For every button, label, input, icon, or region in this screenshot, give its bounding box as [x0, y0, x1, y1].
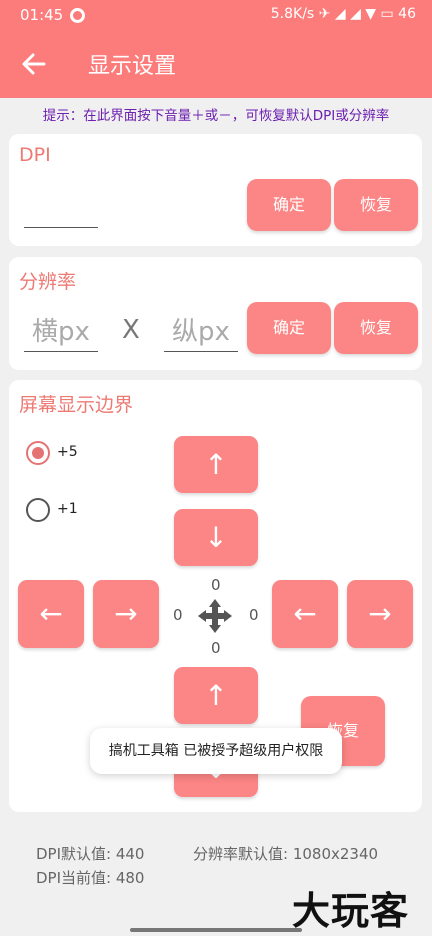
move-arrows-icon [197, 598, 233, 634]
dpi-input[interactable] [24, 194, 98, 228]
resolution-separator: X [122, 315, 140, 345]
step-radio-1-label: +1 [57, 501, 78, 517]
step-radio-1[interactable] [26, 498, 50, 522]
toast-message: 搞机工具箱 已被授予超级用户权限 [90, 728, 342, 774]
left-edge-expand-button[interactable]: → [93, 580, 159, 648]
shift-down-button[interactable]: ↓ [174, 509, 258, 566]
dpi-restore-button[interactable]: 恢复 [334, 179, 418, 231]
dpi-card: DPI 确定 恢复 [9, 134, 422, 246]
resolution-card: 分辨率 横px X 纵px 确定 恢复 [9, 257, 422, 370]
offset-right-value: 0 [249, 606, 259, 624]
status-time: 01:45 [20, 6, 64, 24]
dpi-confirm-button[interactable]: 确定 [247, 179, 331, 231]
right-edge-expand-button[interactable]: ← [272, 580, 338, 648]
step-radio-5-label: +5 [57, 444, 78, 460]
boundary-title: 屏幕显示边界 [19, 394, 134, 416]
app-header: 01:45 5.8K/s ✈ ◢ ◢ ▼ ▭ 46 显示设置 [0, 0, 432, 98]
page-title: 显示设置 [88, 54, 177, 79]
bottom-edge-up-button[interactable]: ↑ [174, 667, 258, 724]
resolution-title: 分辨率 [19, 271, 77, 293]
left-edge-shrink-button[interactable]: ← [18, 580, 84, 648]
offset-left-value: 0 [173, 606, 183, 624]
resolution-width-input[interactable]: 横px [24, 312, 98, 352]
resolution-restore-button[interactable]: 恢复 [334, 302, 418, 354]
resolution-default-info: 分辨率默认值: 1080x2340 [193, 845, 379, 863]
resolution-height-input[interactable]: 纵px [164, 312, 238, 352]
offset-bottom-value: 0 [211, 639, 221, 657]
step-radio-5[interactable] [26, 441, 50, 465]
shift-up-button[interactable]: ↑ [174, 436, 258, 493]
hint-text: 提示：在此界面按下音量＋或－，可恢复默认DPI或分辨率 [42, 108, 390, 124]
gesture-bar[interactable] [130, 928, 302, 932]
watermark-logo: 大玩客 [292, 889, 410, 933]
dpi-title: DPI [19, 144, 51, 166]
status-bar: 01:45 5.8K/s ✈ ◢ ◢ ▼ ▭ 46 [0, 0, 432, 32]
notification-icon [70, 8, 85, 23]
resolution-confirm-button[interactable]: 确定 [247, 302, 331, 354]
right-edge-shrink-button[interactable]: → [347, 580, 413, 648]
dpi-current-info: DPI当前值: 480 [36, 869, 145, 887]
status-indicators: 5.8K/s ✈ ◢ ◢ ▼ ▭ 46 [270, 6, 416, 22]
offset-top-value: 0 [211, 576, 221, 594]
dpi-default-info: DPI默认值: 440 [36, 845, 145, 863]
back-arrow-icon[interactable] [20, 50, 48, 78]
